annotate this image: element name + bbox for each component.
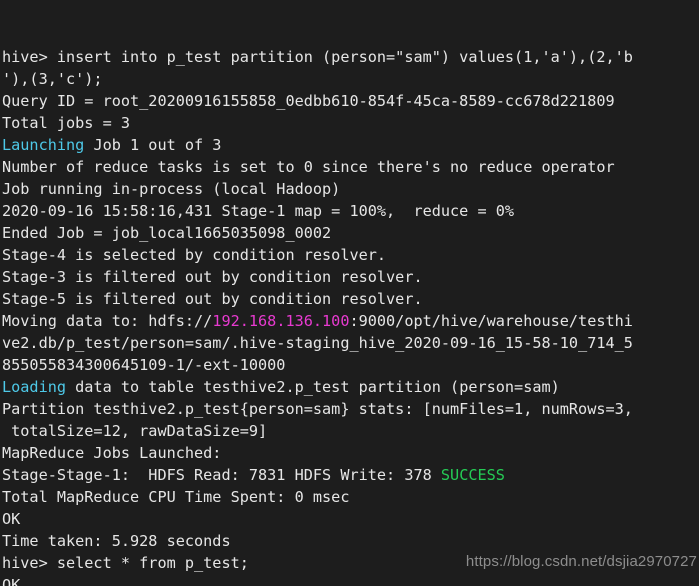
terminal-line: Job running in-process (local Hadoop)	[2, 178, 699, 200]
terminal-line: MapReduce Jobs Launched:	[2, 442, 699, 464]
terminal-line: Stage-Stage-1: HDFS Read: 7831 HDFS Writ…	[2, 464, 699, 486]
terminal-window[interactable]: hive> insert into p_test partition (pers…	[0, 0, 699, 586]
line-text: totalSize=12, rawDataSize=9]	[2, 422, 268, 440]
line-text: Number of reduce tasks is set to 0 since…	[2, 158, 615, 176]
line-text: Stage-3 is filtered out by condition res…	[2, 268, 423, 286]
terminal-line: Partition testhive2.p_test{person=sam} s…	[2, 398, 699, 420]
line-highlight: 192.168.136.100	[212, 312, 350, 330]
line-text: 2020-09-16 15:58:16,431 Stage-1 map = 10…	[2, 202, 515, 220]
line-text: Job running in-process (local Hadoop)	[2, 180, 341, 198]
terminal-line: hive> insert into p_test partition (pers…	[2, 46, 699, 68]
terminal-line: Ended Job = job_local1665035098_0002	[2, 222, 699, 244]
terminal-line: '),(3,'c');	[2, 68, 699, 90]
terminal-line: Stage-5 is filtered out by condition res…	[2, 288, 699, 310]
line-text: Partition testhive2.p_test{person=sam} s…	[2, 400, 633, 418]
terminal-line: Time taken: 5.928 seconds	[2, 530, 699, 552]
line-highlight: SUCCESS	[440, 466, 505, 484]
terminal-line: Moving data to: hdfs://192.168.136.100:9…	[2, 310, 699, 332]
line-text: Total jobs = 3	[2, 114, 131, 132]
terminal-line: Query ID = root_20200916155858_0edbb610-…	[2, 90, 699, 112]
terminal-output: hive> insert into p_test partition (pers…	[2, 46, 699, 586]
line-text: Ended Job = job_local1665035098_0002	[2, 224, 332, 242]
terminal-line: Launching Job 1 out of 3	[2, 134, 699, 156]
line-text: OK	[2, 576, 21, 586]
terminal-line: Stage-3 is filtered out by condition res…	[2, 266, 699, 288]
line-text: hive> select * from p_test;	[2, 554, 249, 572]
line-text: :9000/opt/hive/warehouse/testhi	[349, 312, 633, 330]
line-text: Job 1 out of 3	[84, 136, 222, 154]
line-text: data to table testhive2.p_test partition…	[66, 378, 560, 396]
line-text: Moving data to: hdfs://	[2, 312, 213, 330]
terminal-line: Loading data to table testhive2.p_test p…	[2, 376, 699, 398]
line-text: '),(3,'c');	[2, 70, 103, 88]
terminal-line: ve2.db/p_test/person=sam/.hive-staging_h…	[2, 332, 699, 354]
terminal-line: Total jobs = 3	[2, 112, 699, 134]
line-text: MapReduce Jobs Launched:	[2, 444, 222, 462]
line-text: 855055834300645109-1/-ext-10000	[2, 356, 286, 374]
terminal-line: Stage-4 is selected by condition resolve…	[2, 244, 699, 266]
line-text: Time taken: 5.928 seconds	[2, 532, 231, 550]
line-keyword: Loading	[2, 378, 67, 396]
line-text: Stage-Stage-1: HDFS Read: 7831 HDFS Writ…	[2, 466, 441, 484]
terminal-line: OK	[2, 574, 699, 586]
terminal-line: totalSize=12, rawDataSize=9]	[2, 420, 699, 442]
watermark-url: https://blog.csdn.net/dsjia2970727	[465, 553, 697, 570]
line-text: OK	[2, 510, 21, 528]
terminal-line: Number of reduce tasks is set to 0 since…	[2, 156, 699, 178]
line-text: ve2.db/p_test/person=sam/.hive-staging_h…	[2, 334, 633, 352]
line-text: hive> insert into p_test partition (pers…	[2, 48, 633, 66]
line-text: Stage-4 is selected by condition resolve…	[2, 246, 387, 264]
terminal-line: Total MapReduce CPU Time Spent: 0 msec	[2, 486, 699, 508]
line-keyword: Launching	[2, 136, 85, 154]
line-text: Total MapReduce CPU Time Spent: 0 msec	[2, 488, 350, 506]
terminal-line: OK	[2, 508, 699, 530]
terminal-line: 2020-09-16 15:58:16,431 Stage-1 map = 10…	[2, 200, 699, 222]
line-text: Query ID = root_20200916155858_0edbb610-…	[2, 92, 615, 110]
line-text: Stage-5 is filtered out by condition res…	[2, 290, 423, 308]
terminal-line: 855055834300645109-1/-ext-10000	[2, 354, 699, 376]
